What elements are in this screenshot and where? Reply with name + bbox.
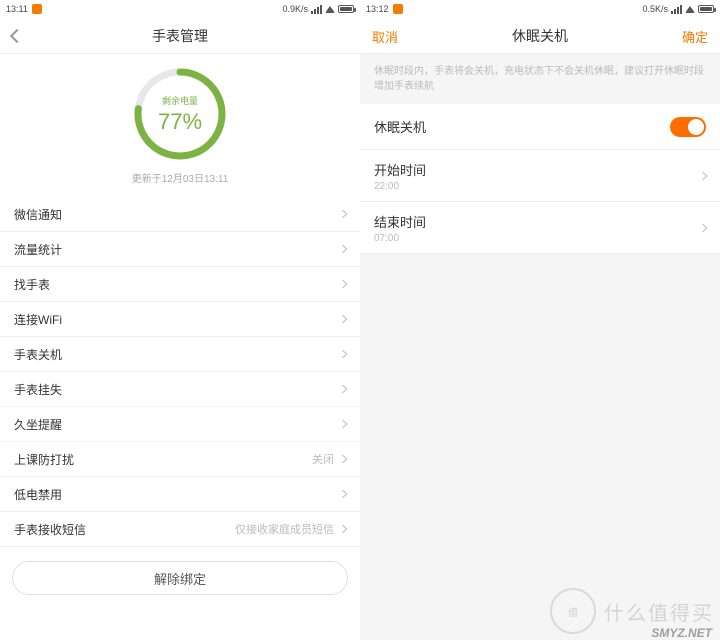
chevron-right-icon (339, 210, 347, 218)
chevron-right-icon (339, 315, 347, 323)
battery-ring: 剩余电量 77% (132, 66, 228, 162)
chevron-right-icon (339, 245, 347, 253)
watermark-site: SMYZ.NET (651, 626, 712, 640)
battery-label: 剩余电量 (162, 94, 198, 107)
battery-icon (338, 5, 354, 13)
main-scroll[interactable]: 剩余电量 77% 更新于12月03日13:11 微信通知 流量统计 找手表 连接… (0, 54, 360, 640)
status-time: 13:12 (366, 4, 389, 14)
nav-bar: 取消 休眠关机 确定 (360, 18, 720, 54)
chevron-right-icon (339, 350, 347, 358)
toggle-switch[interactable] (670, 117, 706, 137)
chevron-right-icon (339, 490, 347, 498)
row-start-time[interactable]: 开始时间 22:00 (360, 150, 720, 202)
signal-icon (671, 5, 682, 14)
chevron-right-icon (699, 223, 707, 231)
row-watch-shutdown[interactable]: 手表关机 (0, 337, 360, 372)
phone-left-watch-management: 13:11 0.9K/s 手表管理 (0, 0, 360, 640)
battery-percent: 77% (158, 109, 202, 135)
row-end-time[interactable]: 结束时间 07:00 (360, 202, 720, 254)
status-time: 13:11 (6, 4, 28, 14)
unbind-button[interactable]: 解除绑定 (12, 561, 348, 595)
settings-list: 微信通知 流量统计 找手表 连接WiFi 手表关机 手表挂失 久坐提醒 上课防打… (0, 197, 360, 547)
nav-bar: 手表管理 (0, 18, 360, 54)
page-title: 休眠关机 (512, 26, 568, 46)
chevron-right-icon (339, 525, 347, 533)
battery-icon (698, 5, 714, 13)
row-data-usage[interactable]: 流量统计 (0, 232, 360, 267)
page-title: 手表管理 (152, 26, 208, 46)
row-wechat-notify[interactable]: 微信通知 (0, 197, 360, 232)
wifi-icon (325, 6, 335, 13)
cancel-button[interactable]: 取消 (360, 18, 410, 54)
notification-icon (32, 4, 42, 14)
confirm-button[interactable]: 确定 (670, 18, 720, 54)
signal-icon (311, 5, 322, 14)
wifi-icon (685, 6, 695, 13)
chevron-right-icon (339, 280, 347, 288)
main-scroll[interactable]: 休眠时段内，手表将会关机，充电状态下不会关机休眠，建议打开休眠时段增加手表续航 … (360, 54, 720, 640)
row-class-dnd[interactable]: 上课防打扰关闭 (0, 442, 360, 477)
chevron-right-icon (339, 420, 347, 428)
battery-ring-section: 剩余电量 77% 更新于12月03日13:11 (0, 54, 360, 191)
chevron-right-icon (339, 455, 347, 463)
row-find-watch[interactable]: 找手表 (0, 267, 360, 302)
chevron-right-icon (339, 385, 347, 393)
status-bar: 13:12 0.5K/s (360, 0, 720, 18)
status-bar: 13:11 0.9K/s (0, 0, 360, 18)
phone-right-sleep-shutdown: 13:12 0.5K/s 取消 休眠关机 确定 休眠时段内，手表将会关机，充电状… (360, 0, 720, 640)
row-watch-sms[interactable]: 手表接收短信仅接收家庭成员短信 (0, 512, 360, 547)
status-net-speed: 0.9K/s (282, 4, 308, 14)
row-sleep-shutdown-toggle[interactable]: 休眠关机 (360, 104, 720, 150)
row-watch-lost[interactable]: 手表挂失 (0, 372, 360, 407)
hint-text: 休眠时段内，手表将会关机，充电状态下不会关机休眠，建议打开休眠时段增加手表续航 (360, 54, 720, 104)
notification-icon (393, 4, 403, 14)
row-connect-wifi[interactable]: 连接WiFi (0, 302, 360, 337)
chevron-right-icon (699, 171, 707, 179)
back-icon[interactable] (10, 28, 24, 42)
row-sedentary-reminder[interactable]: 久坐提醒 (0, 407, 360, 442)
last-updated: 更新于12月03日13:11 (132, 170, 229, 185)
status-net-speed: 0.5K/s (642, 4, 668, 14)
row-low-battery-disable[interactable]: 低电禁用 (0, 477, 360, 512)
